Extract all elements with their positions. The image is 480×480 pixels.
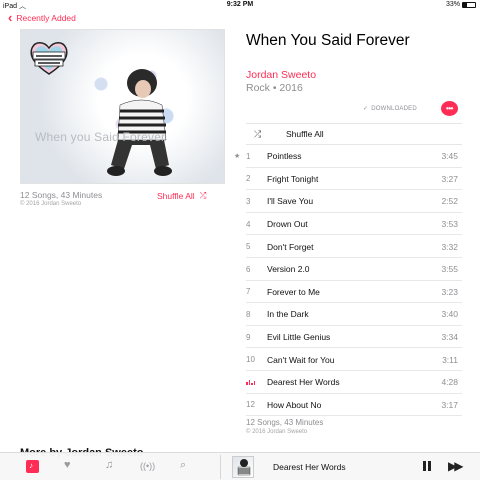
track-title: Version 2.0: [267, 264, 310, 275]
track-number: 9: [246, 332, 251, 342]
heart-icon[interactable]: ♥: [64, 459, 71, 471]
track-title: Drown Out: [267, 219, 308, 230]
track-duration: 4:28: [441, 377, 458, 388]
now-playing-title[interactable]: Dearest Her Words: [273, 462, 346, 472]
back-button[interactable]: ‹ Recently Added: [8, 10, 76, 25]
track-row[interactable]: 8 In the Dark 3:40: [232, 303, 462, 326]
pause-icon[interactable]: [423, 461, 431, 471]
downloaded-label: DOWNLOADED: [371, 105, 417, 112]
track-row[interactable]: 5 Don't Forget 3:32: [232, 235, 462, 258]
track-title: I'll Save You: [267, 196, 314, 207]
artwork-watermark: When you Said Forever: [35, 130, 166, 144]
track-number: 8: [246, 309, 251, 319]
album-artwork: When you Said Forever: [20, 29, 225, 184]
clock: 9:32 PM: [226, 1, 254, 8]
shuffle-icon: ⤮: [199, 190, 207, 200]
album-title: When You Said Forever: [246, 32, 410, 49]
more-options-button[interactable]: •••: [441, 101, 458, 116]
shuffle-all-button[interactable]: Shuffle All ⤮: [157, 190, 206, 201]
music-note-icon[interactable]: ♫: [105, 459, 113, 471]
downloaded-status: ✓ DOWNLOADED: [363, 105, 417, 113]
checkmark-icon: ✓: [363, 106, 369, 112]
track-row[interactable]: 9 Evil Little Genius 3:34: [232, 326, 462, 349]
status-bar: iPad ︿ 9:32 PM 33%: [0, 0, 480, 10]
search-icon[interactable]: ⌕: [180, 459, 186, 472]
track-duration: 3:32: [441, 241, 458, 252]
track-number: 6: [246, 264, 251, 274]
shuffle-row-label: Shuffle All: [286, 129, 324, 139]
genre-year: Rock • 2016: [246, 82, 303, 94]
battery-icon: [462, 1, 476, 8]
radio-icon[interactable]: ((•)): [140, 461, 155, 471]
track-duration: 3:53: [441, 219, 458, 230]
track-title: Forever to Me: [267, 286, 320, 297]
album-summary: 12 Songs, 43 Minutes: [246, 418, 324, 427]
track-row[interactable]: 3 I'll Save You 2:52: [232, 190, 462, 213]
track-row[interactable]: 6 Version 2.0 3:55: [232, 258, 462, 281]
shuffle-all-label: Shuffle All: [157, 190, 195, 201]
track-list: ★ 1 Pointless 3:45 2 Fright Tonight 3:27 3 I'll …: [232, 145, 462, 416]
track-row[interactable]: 7 Forever to Me 3:23: [232, 281, 462, 304]
track-row[interactable]: 12 How About No 3:17: [232, 394, 462, 417]
track-number: 2: [246, 174, 251, 184]
library-icon[interactable]: [26, 460, 39, 473]
shuffle-all-row[interactable]: ⤮ Shuffle All: [246, 123, 462, 145]
track-duration: 3:55: [441, 264, 458, 275]
track-title: Can't Wait for You: [267, 354, 335, 365]
track-duration: 3:23: [441, 286, 458, 297]
track-title: Evil Little Genius: [267, 332, 331, 343]
fast-forward-icon[interactable]: ▶▶: [448, 459, 464, 473]
track-duration: 3:11: [442, 354, 458, 365]
track-row[interactable]: Dearest Her Words 4:28: [232, 371, 462, 394]
star-icon: ★: [234, 153, 241, 161]
track-title: Dearest Her Words: [267, 377, 340, 388]
track-duration: 3:45: [441, 151, 458, 162]
track-duration: 3:34: [441, 332, 458, 343]
track-duration: 3:40: [441, 309, 458, 320]
track-title: In the Dark: [267, 309, 309, 320]
shuffle-icon: ⤮: [254, 128, 262, 139]
album-summary-left: 12 Songs, 43 Minutes: [20, 190, 103, 200]
track-duration: 3:27: [441, 173, 458, 184]
copyright-left: © 2016 Jordan Sweeto: [20, 201, 82, 207]
ellipsis-icon: •••: [446, 104, 453, 113]
track-title: Don't Forget: [267, 241, 314, 252]
track-number: 3: [246, 196, 251, 206]
track-number: 1: [246, 151, 251, 161]
jordan-sweeto-logo: [30, 42, 68, 75]
track-title: How About No: [267, 399, 322, 410]
artist-link[interactable]: Jordan Sweeto: [246, 69, 316, 81]
artist-photo: [107, 69, 172, 176]
tab-bar: ♥ ♫ ((•)) ⌕ Dearest Her Words ▶▶: [0, 452, 480, 480]
copyright: © 2016 Jordan Sweeto: [246, 429, 308, 435]
battery-indicator: 33%: [446, 1, 476, 8]
chevron-left-icon: ‹: [8, 10, 13, 25]
now-playing-artwork[interactable]: [232, 456, 254, 478]
track-duration: 3:17: [441, 399, 458, 410]
now-playing-icon: [246, 378, 260, 387]
battery-percent: 33%: [445, 1, 460, 8]
track-row[interactable]: 2 Fright Tonight 3:27: [232, 168, 462, 191]
track-title: Pointless: [267, 151, 302, 162]
track-number: 4: [246, 219, 251, 229]
track-number: 10: [246, 355, 255, 365]
track-number: 7: [246, 287, 251, 297]
track-number: 12: [246, 400, 255, 410]
track-title: Fright Tonight: [267, 173, 319, 184]
track-duration: 2:52: [441, 196, 458, 207]
track-row[interactable]: 10 Can't Wait for You 3:11: [232, 348, 462, 371]
track-number: 5: [246, 242, 251, 252]
back-label: Recently Added: [16, 13, 76, 23]
track-row[interactable]: 4 Drown Out 3:53: [232, 213, 462, 236]
track-row[interactable]: ★ 1 Pointless 3:45: [232, 145, 462, 168]
